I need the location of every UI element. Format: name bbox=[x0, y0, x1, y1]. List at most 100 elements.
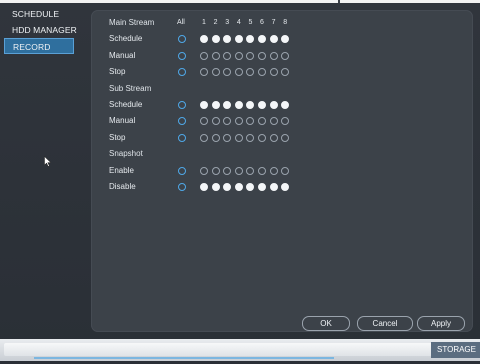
sub-manual-channel-6-radio[interactable] bbox=[258, 117, 266, 126]
main-schedule-channel-1-radio[interactable] bbox=[200, 35, 208, 44]
sub-manual-channel-2-radio[interactable] bbox=[211, 117, 220, 126]
sub-schedule-channel-8-radio[interactable] bbox=[281, 101, 290, 109]
snap-enable-channel-4-radio[interactable] bbox=[234, 166, 243, 175]
main-manual-channel-2-radio[interactable] bbox=[211, 51, 220, 60]
main-manual-channel-7-radio[interactable] bbox=[269, 51, 278, 60]
main-stop-channel-1-radio[interactable] bbox=[200, 68, 208, 77]
main-schedule-channel-7-radio[interactable] bbox=[269, 35, 278, 44]
sub-stop-channel-7-radio[interactable] bbox=[269, 133, 278, 142]
row-main-manual: Manual bbox=[91, 49, 473, 63]
sub-schedule-channel-2-radio[interactable] bbox=[211, 101, 220, 109]
sub-manual-channel-4-radio[interactable] bbox=[234, 117, 243, 126]
snapshot-heading-label: Snapshot bbox=[109, 149, 143, 159]
main-schedule-all-radio[interactable] bbox=[178, 35, 186, 44]
mouse-cursor-icon bbox=[44, 156, 52, 167]
sub-stop-channel-8-radio[interactable] bbox=[281, 133, 290, 142]
sub-manual-channel-1-radio[interactable] bbox=[200, 117, 208, 126]
sub-stop-label: Stop bbox=[109, 132, 126, 142]
snap-disable-channel-5-radio[interactable] bbox=[246, 183, 255, 191]
sub-stop-all-radio[interactable] bbox=[178, 133, 186, 142]
row-sub-schedule: Schedule bbox=[91, 98, 473, 112]
snap-enable-channel-7-radio[interactable] bbox=[269, 166, 278, 175]
sub-stop-channel-6-radio[interactable] bbox=[258, 133, 266, 142]
main-stop-all-radio[interactable] bbox=[178, 68, 186, 77]
sub-schedule-channel-1-radio[interactable] bbox=[200, 101, 208, 109]
snap-disable-channel-3-radio[interactable] bbox=[223, 183, 232, 191]
snap-disable-channel-7-radio[interactable] bbox=[269, 183, 278, 191]
main-schedule-channel-8-radio[interactable] bbox=[281, 35, 290, 44]
main-schedule-label: Schedule bbox=[109, 34, 143, 44]
sub-schedule-channel-4-radio[interactable] bbox=[234, 101, 243, 109]
sub-stop-channel-5-radio[interactable] bbox=[246, 133, 255, 142]
snap-disable-channel-2-radio[interactable] bbox=[211, 183, 220, 191]
main-stop-channel-8-radio[interactable] bbox=[281, 68, 290, 77]
snap-enable-channel-3-radio[interactable] bbox=[223, 166, 232, 175]
main-manual-channel-8-radio[interactable] bbox=[281, 51, 290, 60]
row-sub-stream-heading: Sub Stream bbox=[91, 82, 473, 96]
record-panel: Main Stream All 12345678 Schedule Manual S… bbox=[91, 10, 473, 332]
main-schedule-channel-2-radio[interactable] bbox=[211, 35, 220, 44]
sub-schedule-all-radio[interactable] bbox=[178, 101, 186, 109]
snap-disable-channel-6-radio[interactable] bbox=[258, 183, 266, 191]
sub-stop-channel-2-radio[interactable] bbox=[211, 133, 220, 142]
snap-enable-channel-2-radio[interactable] bbox=[211, 166, 220, 175]
sub-manual-channel-8-radio[interactable] bbox=[281, 117, 290, 126]
ok-button[interactable]: OK bbox=[302, 316, 350, 331]
main-schedule-channel-4-radio[interactable] bbox=[234, 35, 243, 44]
row-sub-manual: Manual bbox=[91, 114, 473, 128]
snap-disable-all-radio[interactable] bbox=[178, 183, 186, 191]
channel-number-3: 3 bbox=[225, 19, 230, 26]
row-sub-stop: Stop bbox=[91, 131, 473, 145]
snap-enable-all-radio[interactable] bbox=[178, 166, 186, 175]
main-stop-channel-4-radio[interactable] bbox=[234, 68, 243, 77]
sub-manual-channel-5-radio[interactable] bbox=[246, 117, 255, 126]
main-manual-channel-3-radio[interactable] bbox=[223, 51, 232, 60]
snap-enable-channel-6-radio[interactable] bbox=[258, 166, 266, 175]
apply-button[interactable]: Apply bbox=[417, 316, 465, 331]
sub-schedule-channel-7-radio[interactable] bbox=[269, 101, 278, 109]
row-main-schedule: Schedule bbox=[91, 32, 473, 46]
main-stop-channel-6-radio[interactable] bbox=[258, 68, 266, 77]
sub-manual-all-radio[interactable] bbox=[178, 117, 186, 126]
sidebar-item-schedule[interactable]: SCHEDULE bbox=[0, 6, 90, 22]
sub-stop-channel-3-radio[interactable] bbox=[223, 133, 232, 142]
channel-number-4: 4 bbox=[236, 19, 241, 26]
sub-manual-channel-7-radio[interactable] bbox=[269, 117, 278, 126]
row-snap-disable: Disable bbox=[91, 180, 473, 194]
snap-disable-channel-1-radio[interactable] bbox=[200, 183, 208, 191]
main-manual-channel-1-radio[interactable] bbox=[200, 51, 208, 60]
bottom-status-bar: STORAGE bbox=[0, 339, 480, 361]
cancel-button[interactable]: Cancel bbox=[357, 316, 413, 331]
sidebar-item-record[interactable]: RECORD bbox=[4, 38, 74, 54]
sub-stop-channel-4-radio[interactable] bbox=[234, 133, 243, 142]
main-stop-channel-3-radio[interactable] bbox=[223, 68, 232, 77]
main-manual-channel-4-radio[interactable] bbox=[234, 51, 243, 60]
main-schedule-channel-5-radio[interactable] bbox=[246, 35, 255, 44]
main-manual-channel-6-radio[interactable] bbox=[258, 51, 266, 60]
sidebar: SCHEDULE HDD MANAGER RECORD bbox=[0, 6, 90, 54]
sub-schedule-channel-6-radio[interactable] bbox=[258, 101, 266, 109]
sub-schedule-channel-3-radio[interactable] bbox=[223, 101, 232, 109]
sidebar-item-hdd-manager[interactable]: HDD MANAGER bbox=[0, 22, 90, 38]
main-schedule-channel-6-radio[interactable] bbox=[258, 35, 266, 44]
row-snapshot-heading: Snapshot bbox=[91, 147, 473, 161]
snap-disable-label: Disable bbox=[109, 182, 136, 191]
snap-enable-channel-8-radio[interactable] bbox=[281, 166, 290, 175]
main-stop-channel-5-radio[interactable] bbox=[246, 68, 255, 77]
sub-schedule-channel-5-radio[interactable] bbox=[246, 101, 255, 109]
snap-disable-channel-8-radio[interactable] bbox=[281, 183, 290, 191]
main-manual-all-radio[interactable] bbox=[178, 51, 186, 60]
snap-disable-channel-4-radio[interactable] bbox=[234, 183, 243, 191]
storage-tab[interactable]: STORAGE bbox=[431, 342, 480, 358]
sub-schedule-label: Schedule bbox=[109, 100, 143, 109]
main-stop-channel-2-radio[interactable] bbox=[211, 68, 220, 77]
channel-number-8: 8 bbox=[283, 19, 288, 26]
main-schedule-channel-3-radio[interactable] bbox=[223, 35, 232, 44]
snap-enable-channel-1-radio[interactable] bbox=[200, 166, 208, 175]
sub-stream-heading-label: Sub Stream bbox=[109, 83, 152, 93]
main-manual-channel-5-radio[interactable] bbox=[246, 51, 255, 60]
sub-stop-channel-1-radio[interactable] bbox=[200, 133, 208, 142]
snap-enable-channel-5-radio[interactable] bbox=[246, 166, 255, 175]
main-stop-channel-7-radio[interactable] bbox=[269, 68, 278, 77]
sub-manual-channel-3-radio[interactable] bbox=[223, 117, 232, 126]
